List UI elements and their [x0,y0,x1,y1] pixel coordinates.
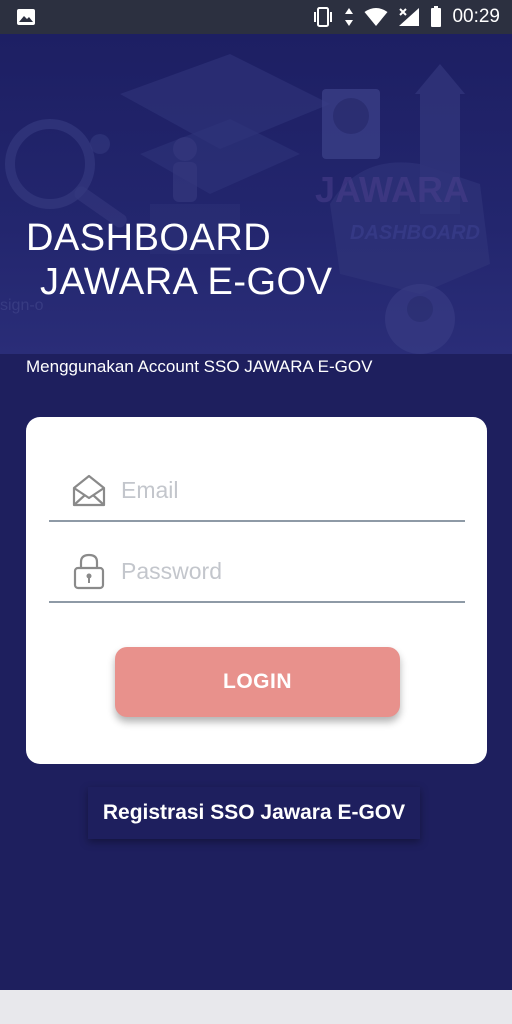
battery-icon [430,6,442,28]
email-input[interactable] [121,476,441,504]
subtitle: Menggunakan Account SSO JAWARA E-GOV [26,357,373,376]
hero-illustration: JAWARA DASHBOARD sign-o [0,54,490,354]
envelope-icon [69,470,109,510]
svg-text:DASHBOARD: DASHBOARD [350,222,480,244]
page-title: DASHBOARD JAWARA E-GOV [26,216,332,304]
login-screen: 00:29 JAWARA DASHBOARD sign-o DASHBOARD … [0,0,512,1024]
status-time: 00:29 [452,6,500,27]
wifi-icon [364,7,388,27]
data-arrows-icon [344,7,354,27]
password-input[interactable] [121,557,441,585]
navigation-bar [0,990,512,1024]
hero-banner: JAWARA DASHBOARD sign-o [0,34,512,354]
status-bar: 00:29 [0,0,512,34]
vibrate-icon [312,7,334,27]
image-notification-icon [16,8,36,26]
login-card: LOGIN [26,417,487,764]
signal-icon [398,7,420,27]
email-field-row [49,460,465,522]
lock-icon [69,551,109,591]
title-line-2: JAWARA E-GOV [40,261,333,303]
register-button[interactable]: Registrasi SSO Jawara E-GOV [88,787,420,839]
password-field-row [49,541,465,603]
login-button[interactable]: LOGIN [115,647,400,717]
svg-text:JAWARA: JAWARA [315,169,469,210]
title-line-1: DASHBOARD [26,217,272,259]
